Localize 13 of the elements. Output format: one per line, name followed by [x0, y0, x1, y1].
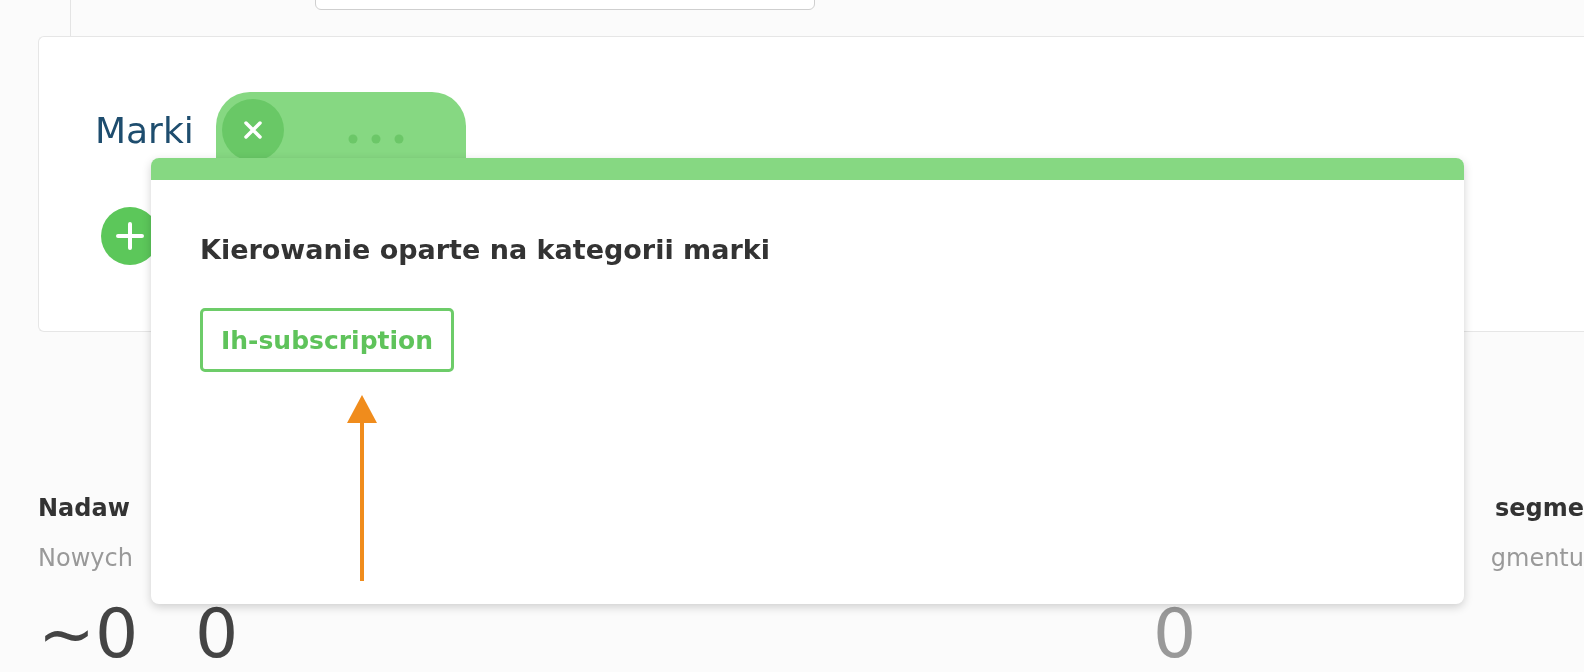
- drag-handle-icon[interactable]: [348, 134, 404, 144]
- close-icon[interactable]: [222, 99, 284, 161]
- stat-title: segme: [1493, 493, 1584, 524]
- arrow-icon: [345, 393, 379, 583]
- stat-value: 0: [195, 602, 239, 666]
- stat-subtitle: Nowych: [38, 543, 133, 574]
- popup-heading: Kierowanie oparte na kategorii marki: [200, 233, 771, 267]
- tag-button[interactable]: Ih-subscription: [200, 308, 455, 372]
- section-title: Marki: [95, 109, 194, 153]
- stat-subtitle: gmentu: [1490, 543, 1584, 574]
- stat-value: 0: [1153, 602, 1197, 666]
- stat-title: Nadaw: [38, 493, 131, 524]
- stat-value: ~0: [38, 602, 139, 666]
